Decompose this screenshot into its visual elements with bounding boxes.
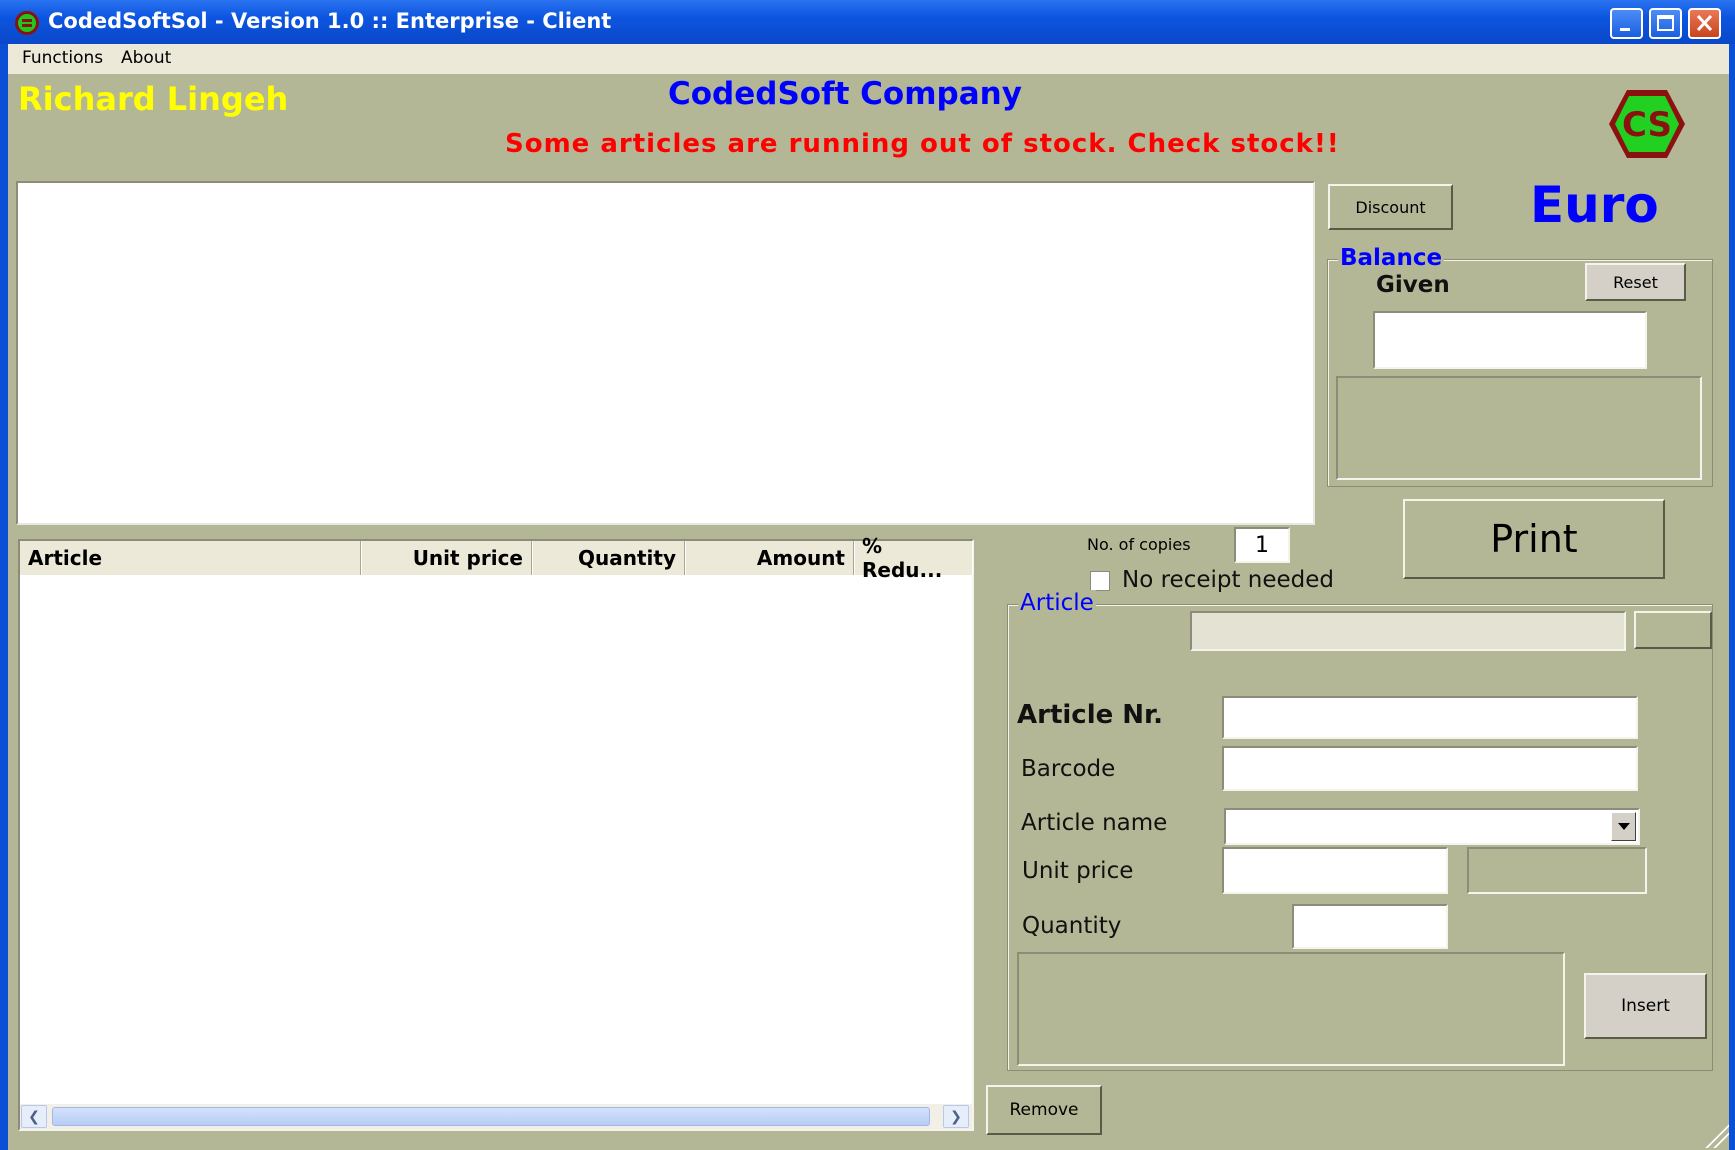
display-panel: [16, 181, 1315, 525]
company-name: CodedSoft Company: [668, 76, 1022, 112]
menu-bar: Functions About: [8, 44, 1729, 74]
article-name-label: Article name: [1021, 810, 1168, 836]
minimize-icon: [1620, 28, 1630, 31]
resize-grip[interactable]: [1700, 1124, 1729, 1148]
unit-price-extra-display: [1467, 847, 1647, 894]
given-label: Given: [1376, 272, 1450, 298]
article-search-field[interactable]: [1190, 611, 1626, 651]
barcode-input[interactable]: [1222, 746, 1638, 791]
maximize-button[interactable]: [1649, 8, 1682, 39]
column-amount[interactable]: Amount: [685, 541, 854, 575]
close-icon: [1696, 14, 1713, 32]
unit-price-input[interactable]: [1222, 847, 1448, 894]
logo-text: CS: [1622, 105, 1672, 145]
app-logo-icon[interactable]: [14, 10, 40, 36]
company-logo: CS: [1609, 90, 1685, 158]
balance-display: [1336, 376, 1702, 480]
print-button[interactable]: Print: [1403, 499, 1665, 579]
dropdown-button[interactable]: [1611, 812, 1636, 841]
column-reduction[interactable]: % Redu...: [854, 534, 972, 582]
article-info-box: [1017, 952, 1565, 1066]
user-name: Richard Lingeh: [18, 80, 289, 118]
quantity-label: Quantity: [1022, 913, 1122, 939]
chevron-down-icon: [1617, 822, 1630, 830]
maximize-icon: [1657, 15, 1674, 31]
chevron-right-icon: ❯: [950, 1108, 962, 1125]
currency-label: Euro: [1530, 176, 1659, 234]
quantity-input[interactable]: [1292, 904, 1448, 949]
scroll-thumb[interactable]: [52, 1107, 930, 1126]
close-button[interactable]: [1688, 8, 1721, 39]
articles-table[interactable]: [18, 539, 974, 1131]
barcode-label: Barcode: [1021, 756, 1116, 782]
menu-about[interactable]: About: [121, 48, 171, 68]
table-header: Article Unit price Quantity Amount % Red…: [20, 534, 972, 582]
given-amount-input[interactable]: [1373, 311, 1647, 369]
menu-functions[interactable]: Functions: [22, 48, 103, 68]
reset-button[interactable]: Reset: [1585, 263, 1686, 301]
copies-label: No. of copies: [1087, 535, 1191, 554]
scroll-left-button[interactable]: ❮: [21, 1105, 47, 1128]
column-unit-price[interactable]: Unit price: [361, 541, 532, 575]
insert-button[interactable]: Insert: [1584, 973, 1707, 1039]
no-receipt-label[interactable]: No receipt needed: [1122, 567, 1334, 593]
discount-button[interactable]: Discount: [1328, 184, 1453, 230]
minimize-button[interactable]: [1610, 8, 1643, 39]
article-search-button[interactable]: [1634, 611, 1712, 649]
stock-warning-message: Some articles are running out of stock. …: [505, 129, 1340, 159]
copies-input[interactable]: 1: [1234, 527, 1290, 563]
article-nr-label: Article Nr.: [1017, 700, 1164, 730]
no-receipt-checkbox[interactable]: [1090, 571, 1110, 591]
balance-legend: Balance: [1338, 245, 1445, 271]
remove-button[interactable]: Remove: [986, 1085, 1102, 1135]
unit-price-label: Unit price: [1022, 858, 1134, 884]
article-name-select[interactable]: [1224, 808, 1640, 845]
horizontal-scrollbar[interactable]: ❮ ❯: [20, 1104, 972, 1129]
chevron-left-icon: ❮: [28, 1108, 40, 1125]
column-quantity[interactable]: Quantity: [532, 541, 685, 575]
article-legend: Article: [1018, 590, 1096, 616]
scroll-right-button[interactable]: ❯: [943, 1105, 969, 1128]
window-title: CodedSoftSol - Version 1.0 :: Enterprise…: [48, 9, 612, 33]
article-nr-input[interactable]: [1222, 696, 1638, 739]
column-article[interactable]: Article: [20, 541, 361, 575]
